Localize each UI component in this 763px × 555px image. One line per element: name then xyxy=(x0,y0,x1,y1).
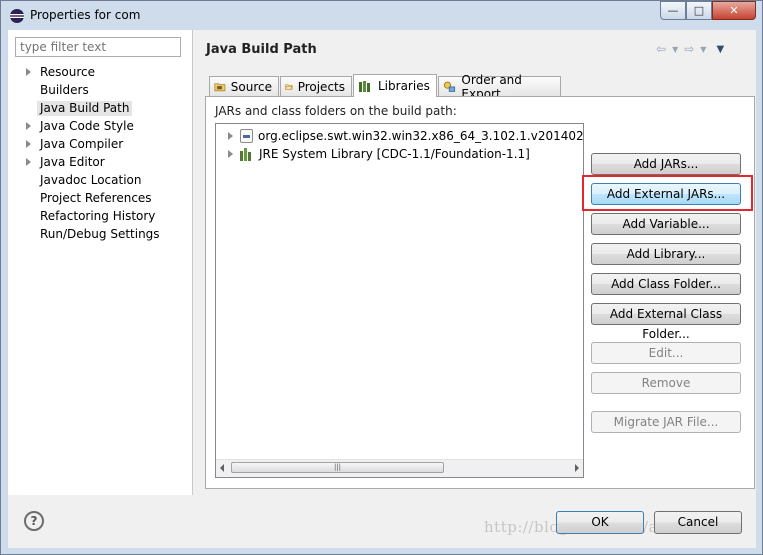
page-navigation: ⇦ ▼ ⇨ ▼ ▼ xyxy=(656,42,724,56)
expand-arrow-icon[interactable] xyxy=(26,158,31,166)
expand-arrow-icon[interactable] xyxy=(228,150,233,158)
tree-item-java-build-path[interactable]: Java Build Path xyxy=(22,99,160,117)
projects-folder-icon xyxy=(285,84,293,90)
expand-arrow-icon[interactable] xyxy=(26,68,31,76)
expand-arrow-icon[interactable] xyxy=(26,140,31,148)
scroll-left-icon[interactable] xyxy=(220,464,224,472)
eclipse-icon xyxy=(10,9,24,23)
add-external-jars-button[interactable]: Add External JARs... xyxy=(591,183,741,205)
build-path-entries-list[interactable]: org.eclipse.swt.win32.win32.x86_64_3.102… xyxy=(215,123,584,478)
maximize-button[interactable]: □ xyxy=(686,1,712,20)
list-item-jre-system-library[interactable]: JRE System Library [CDC-1.1/Foundation-1… xyxy=(216,145,530,163)
migrate-jar-file-button[interactable]: Migrate JAR File... xyxy=(591,411,741,433)
build-path-list-label: JARs and class folders on the build path… xyxy=(215,104,457,118)
dialog-footer: ? http://blog.csdn.net/aerchi OK Cancel xyxy=(8,496,756,548)
cancel-button[interactable]: Cancel xyxy=(654,511,742,534)
tree-item-resource[interactable]: Resource xyxy=(22,63,160,81)
page-title: Java Build Path xyxy=(206,42,317,57)
expand-arrow-icon[interactable] xyxy=(228,132,233,140)
property-page-tree-pane: Resource Builders Java Build Path Java C… xyxy=(8,30,193,495)
tab-projects[interactable]: Projects xyxy=(280,76,352,96)
filter-input[interactable] xyxy=(15,37,181,57)
tree-item-run-debug-settings[interactable]: Run/Debug Settings xyxy=(22,225,160,243)
dialog-body: Resource Builders Java Build Path Java C… xyxy=(8,30,756,548)
ok-button[interactable]: OK xyxy=(556,511,644,534)
libraries-icon xyxy=(359,80,370,92)
tab-source[interactable]: Source xyxy=(209,76,279,96)
view-menu-icon[interactable]: ▼ xyxy=(716,44,724,55)
add-variable-button[interactable]: Add Variable... xyxy=(591,213,741,235)
source-folder-icon xyxy=(214,83,226,92)
tree-item-java-compiler[interactable]: Java Compiler xyxy=(22,135,160,153)
expand-arrow-icon[interactable] xyxy=(26,122,31,130)
close-button[interactable]: ✕ xyxy=(712,1,756,20)
tab-libraries[interactable]: Libraries xyxy=(353,74,437,97)
add-class-folder-button[interactable]: Add Class Folder... xyxy=(591,273,741,295)
property-page-tree: Resource Builders Java Build Path Java C… xyxy=(22,63,160,243)
window-title: Properties for com xyxy=(30,8,141,22)
forward-arrow-icon[interactable]: ⇨ xyxy=(684,42,694,56)
tree-item-refactoring-history[interactable]: Refactoring History xyxy=(22,207,160,225)
order-export-icon xyxy=(443,81,456,92)
scroll-thumb[interactable]: ||| xyxy=(231,462,444,473)
scroll-right-icon[interactable] xyxy=(575,464,579,472)
edit-button[interactable]: Edit... xyxy=(591,342,741,364)
add-jars-button[interactable]: Add JARs... xyxy=(591,153,741,175)
title-bar[interactable]: Properties for com — □ ✕ xyxy=(1,1,762,29)
tree-item-javadoc-location[interactable]: Javadoc Location xyxy=(22,171,160,189)
add-library-button[interactable]: Add Library... xyxy=(591,243,741,265)
back-arrow-icon[interactable]: ⇦ xyxy=(656,42,666,56)
tree-item-project-references[interactable]: Project References xyxy=(22,189,160,207)
tree-item-java-code-style[interactable]: Java Code Style xyxy=(22,117,160,135)
add-external-class-folder-button[interactable]: Add External Class Folder... xyxy=(591,303,741,341)
properties-dialog: Properties for com — □ ✕ Resource Builde… xyxy=(0,0,763,555)
tree-item-builders[interactable]: Builders xyxy=(22,81,160,99)
libraries-tab-panel: JARs and class folders on the build path… xyxy=(205,96,755,489)
window-controls: — □ ✕ xyxy=(660,1,756,21)
tab-order-and-export[interactable]: Order and Export xyxy=(438,73,561,101)
minimize-button[interactable]: — xyxy=(660,1,686,20)
forward-dropdown-icon[interactable]: ▼ xyxy=(700,45,706,54)
jar-icon xyxy=(240,129,253,143)
back-dropdown-icon[interactable]: ▼ xyxy=(672,45,678,54)
library-icon xyxy=(240,147,254,161)
help-icon[interactable]: ? xyxy=(24,511,44,531)
tree-item-java-editor[interactable]: Java Editor xyxy=(22,153,160,171)
list-item-swt-jar[interactable]: org.eclipse.swt.win32.win32.x86_64_3.102… xyxy=(216,127,583,145)
horizontal-scrollbar[interactable]: ||| xyxy=(216,459,583,477)
remove-button[interactable]: Remove xyxy=(591,372,741,394)
